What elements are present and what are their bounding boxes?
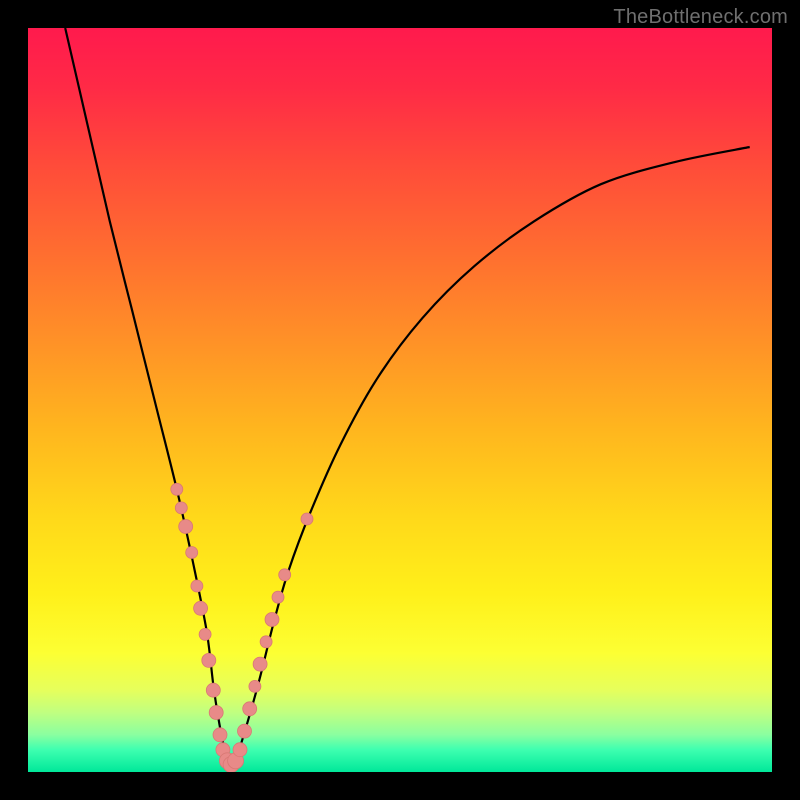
scatter-dot — [279, 569, 291, 581]
plot-area — [28, 28, 772, 772]
scatter-dot — [191, 580, 203, 592]
scatter-dots — [171, 483, 313, 772]
bottleneck-curve — [65, 28, 750, 766]
scatter-dot — [243, 702, 257, 716]
scatter-dot — [253, 657, 267, 671]
curve-layer — [28, 28, 772, 772]
chart-frame: TheBottleneck.com — [0, 0, 800, 800]
scatter-dot — [238, 724, 252, 738]
scatter-dot — [179, 520, 193, 534]
scatter-dot — [186, 547, 198, 559]
scatter-dot — [171, 483, 183, 495]
scatter-dot — [249, 680, 261, 692]
scatter-dot — [209, 706, 223, 720]
watermark-text: TheBottleneck.com — [613, 6, 788, 29]
scatter-dot — [213, 728, 227, 742]
scatter-dot — [199, 628, 211, 640]
scatter-dot — [206, 683, 220, 697]
scatter-dot — [301, 513, 313, 525]
scatter-dot — [202, 653, 216, 667]
scatter-dot — [194, 601, 208, 615]
scatter-dot — [265, 613, 279, 627]
scatter-dot — [233, 743, 247, 757]
scatter-dot — [175, 502, 187, 514]
scatter-dot — [260, 636, 272, 648]
scatter-dot — [272, 591, 284, 603]
